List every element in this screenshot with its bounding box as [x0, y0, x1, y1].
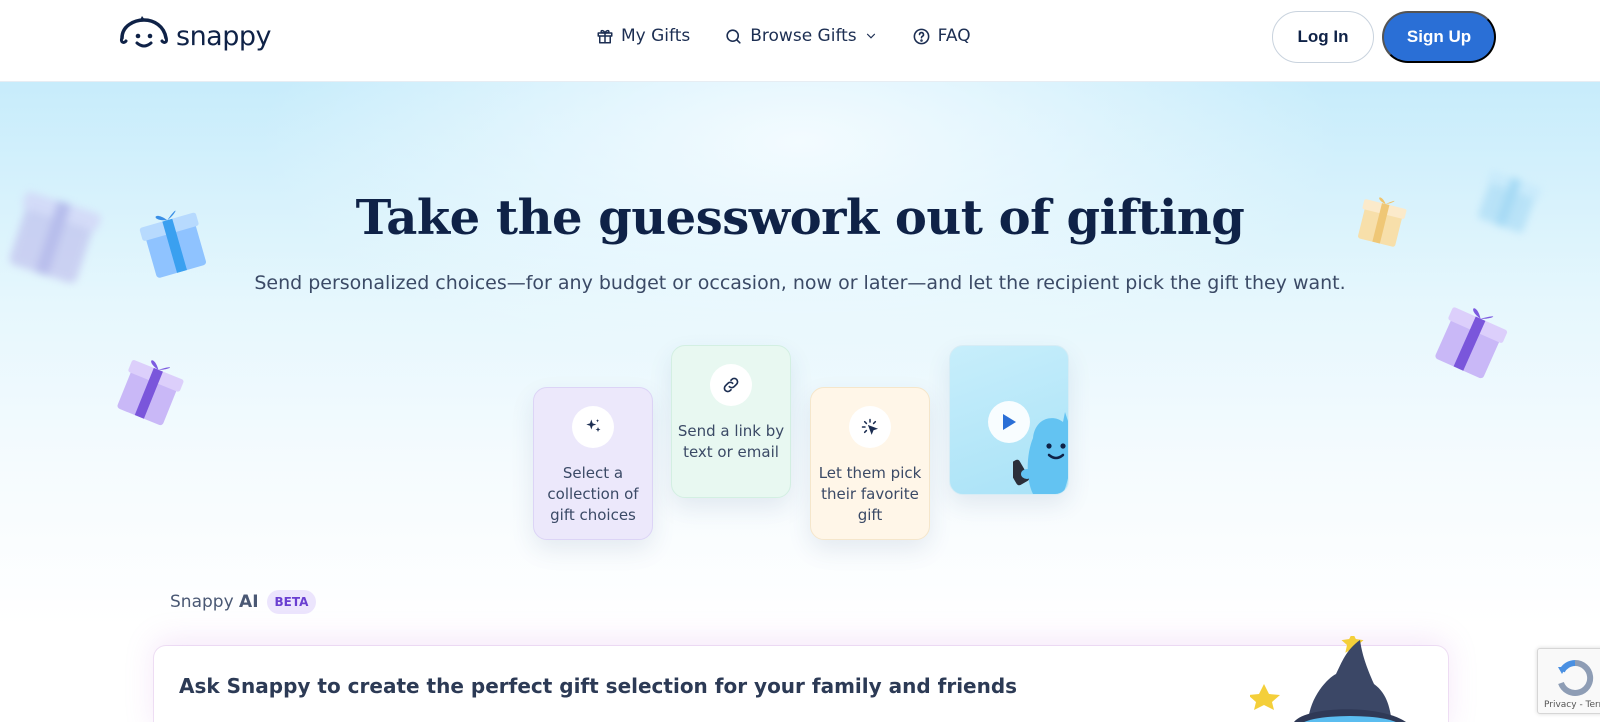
nav-browse-gifts[interactable]: Browse Gifts	[724, 26, 877, 46]
nav-my-gifts[interactable]: My Gifts	[596, 26, 690, 46]
gift-box-icon	[1435, 307, 1508, 379]
brand-name: snappy	[176, 20, 271, 52]
site-header: snappy My Gifts Browse Gifts FAQ Log In …	[0, 0, 1600, 82]
recaptcha-icon	[1558, 659, 1594, 696]
search-icon	[726, 28, 741, 44]
nav-faq-label: FAQ	[937, 26, 971, 46]
snappy-ai-prefix: Snappy	[170, 592, 234, 612]
main-nav: My Gifts Browse Gifts FAQ	[596, 26, 1005, 46]
chevron-down-icon	[866, 33, 875, 39]
gift-box-icon	[117, 360, 184, 426]
hero-section: Take the guesswork out of gifting Send p…	[0, 82, 1600, 722]
snappy-ai-bold: AI	[239, 592, 259, 612]
step-icon-circle	[572, 406, 614, 448]
step-card-send-link: Send a link by text or email	[671, 345, 791, 498]
cursor-click-icon	[861, 418, 879, 435]
step-card-select: Select a collection of gift choices	[533, 387, 653, 540]
step-icon-circle	[849, 406, 891, 448]
wizard-mascot-illustration	[1250, 636, 1406, 722]
snappy-ai-title: Snappy AI	[170, 592, 259, 612]
snappy-ai-card-title: Ask Snappy to create the perfect gift se…	[179, 674, 1018, 698]
link-icon	[723, 377, 739, 393]
step-label-select: Select a collection of gift choices	[547, 464, 639, 524]
snappy-mascot-icon	[120, 16, 168, 48]
login-button[interactable]: Log In	[1272, 11, 1374, 63]
hero-title: Take the guesswork out of gifting	[355, 190, 1245, 246]
snappy-ai-label: Snappy AI BETA	[170, 590, 317, 614]
step-icon-circle	[710, 364, 752, 406]
step-label-send-link: Send a link by text or email	[677, 422, 785, 461]
sparkles-icon	[586, 419, 601, 432]
recaptcha-badge[interactable]: Privacy - Terms	[1537, 648, 1600, 714]
step-card-pick: Let them pick their favorite gift	[810, 387, 930, 540]
snappy-mascot-illustration	[1013, 412, 1068, 494]
question-circle-icon	[913, 28, 930, 44]
hero-subtitle: Send personalized choices—for any budget…	[254, 272, 1346, 294]
how-it-works-video[interactable]	[949, 345, 1069, 495]
nav-my-gifts-label: My Gifts	[621, 26, 691, 46]
step-label-pick: Let them pick their favorite gift	[818, 464, 922, 524]
snappy-logo[interactable]: snappy	[118, 16, 271, 56]
nav-faq[interactable]: FAQ	[912, 26, 971, 46]
gift-icon	[597, 29, 613, 44]
recaptcha-links[interactable]: Privacy - Terms	[1544, 700, 1600, 710]
beta-badge: BETA	[266, 590, 317, 614]
signup-button[interactable]: Sign Up	[1382, 11, 1496, 63]
nav-browse-gifts-label: Browse Gifts	[750, 26, 857, 46]
